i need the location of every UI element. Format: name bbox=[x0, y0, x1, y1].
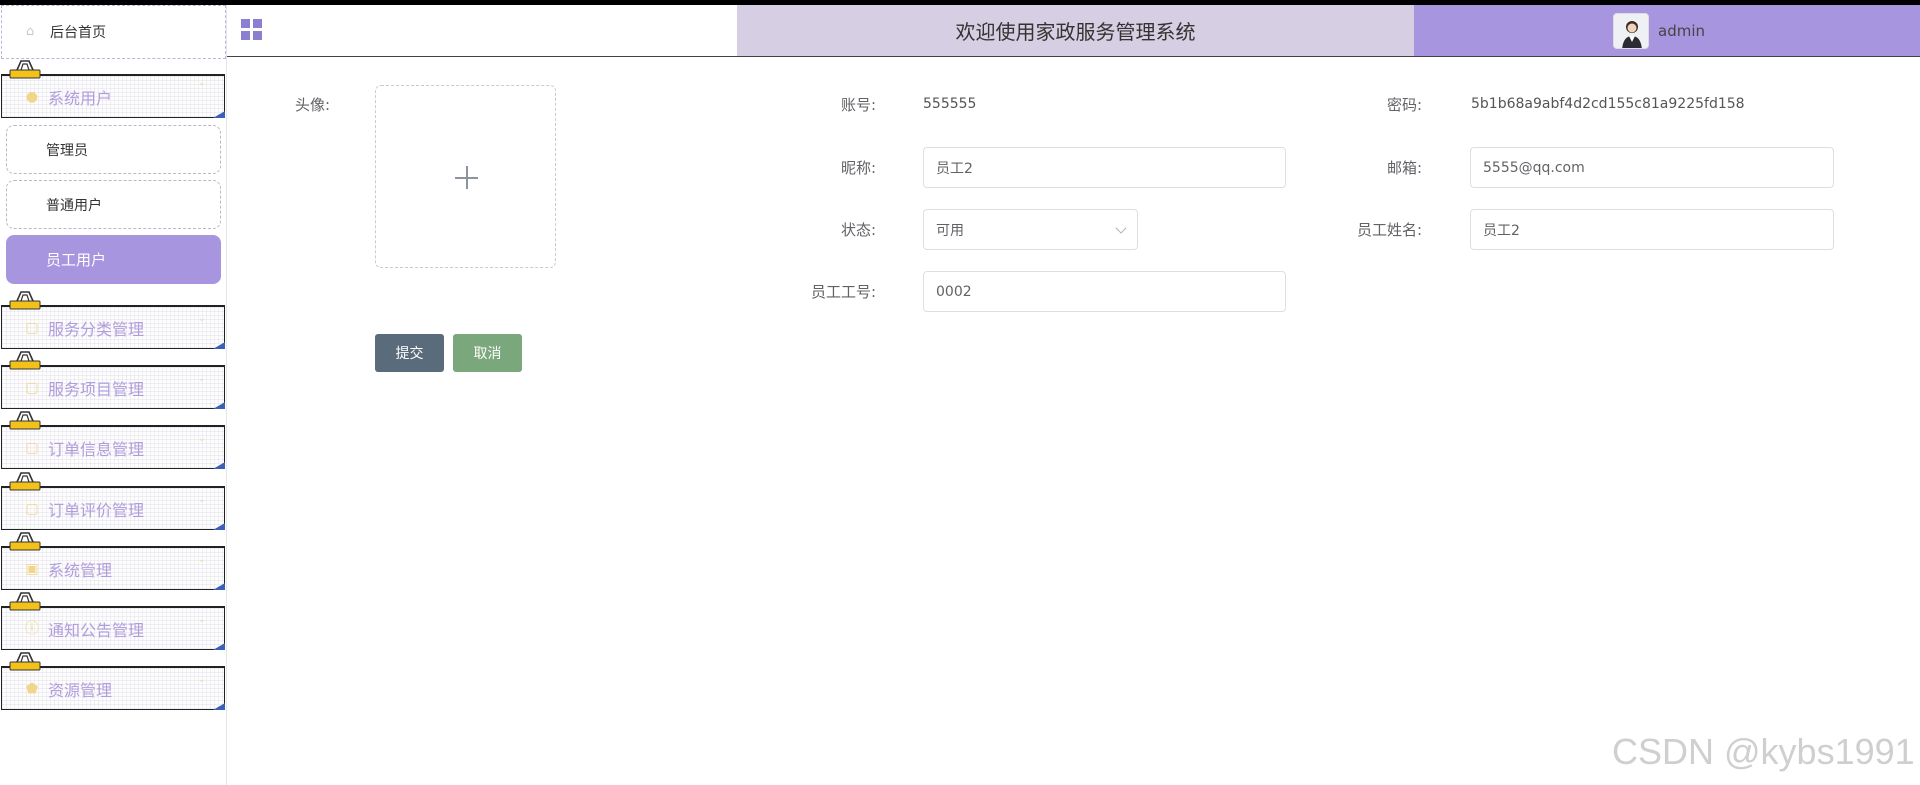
account-label: 账号: bbox=[840, 96, 876, 114]
page-curl-decoration bbox=[213, 111, 225, 118]
sidebar-group-order-review[interactable]: ▢ 订单评价管理 ⌄ bbox=[1, 486, 225, 530]
employee-name-value: 员工2 bbox=[1483, 222, 1520, 239]
avatar-label: 头像: bbox=[294, 96, 330, 114]
sidebar-item-label: 员工用户 bbox=[46, 251, 107, 269]
page-curl-decoration bbox=[213, 402, 225, 409]
binder-clip-icon bbox=[9, 60, 41, 79]
sidebar-item-label: 管理员 bbox=[46, 142, 88, 159]
sidebar-item-employee-users[interactable]: 员工用户 bbox=[6, 235, 221, 284]
employee-name-label: 员工姓名: bbox=[1356, 221, 1422, 239]
document-icon: ▢ bbox=[25, 319, 39, 336]
status-value: 可用 bbox=[936, 222, 964, 239]
sidebar-group-label: 订单信息管理 bbox=[48, 439, 145, 459]
sidebar-group-resources[interactable]: ⬟ 资源管理 ⌄ bbox=[1, 666, 225, 710]
picture-icon: ▣ bbox=[25, 560, 39, 577]
sidebar-group-label: 系统用户 bbox=[48, 88, 113, 108]
binder-clip-icon bbox=[9, 351, 41, 370]
sidebar-item-regular-users[interactable]: 普通用户 bbox=[6, 180, 221, 229]
home-icon: ⌂ bbox=[26, 24, 35, 39]
chevron-down-icon: ⌄ bbox=[197, 313, 206, 324]
sidebar-group-system-users[interactable]: ● 系统用户 ⌃ bbox=[1, 74, 225, 118]
info-icon: ⓘ bbox=[25, 620, 39, 637]
chevron-down-icon bbox=[1115, 222, 1127, 234]
binder-clip-icon bbox=[9, 592, 41, 611]
email-value: 5555@qq.com bbox=[1483, 159, 1585, 176]
sidebar-item-admin[interactable]: 管理员 bbox=[6, 125, 221, 174]
binder-clip-icon bbox=[9, 291, 41, 310]
top-header: 欢迎使用家政服务管理系统 admin bbox=[227, 5, 1920, 57]
employee-no-field[interactable]: 0002 bbox=[923, 271, 1286, 312]
nickname-field[interactable]: 员工2 bbox=[923, 147, 1286, 188]
chevron-up-icon: ⌃ bbox=[197, 82, 206, 93]
sidebar-group-label: 服务分类管理 bbox=[48, 319, 145, 339]
status-select[interactable]: 可用 bbox=[923, 209, 1138, 250]
chevron-down-icon: ⌄ bbox=[197, 614, 206, 625]
binder-clip-icon bbox=[9, 472, 41, 491]
sidebar-group-notice[interactable]: ⓘ 通知公告管理 ⌄ bbox=[1, 606, 225, 650]
sidebar-group-label: 资源管理 bbox=[48, 680, 113, 700]
system-title: 欢迎使用家政服务管理系统 bbox=[737, 5, 1414, 56]
menu-toggle-grid-icon[interactable] bbox=[241, 19, 263, 41]
binder-clip-icon bbox=[9, 411, 41, 430]
password-label: 密码: bbox=[1386, 96, 1422, 114]
username: admin bbox=[1658, 21, 1705, 40]
email-field[interactable]: 5555@qq.com bbox=[1470, 147, 1834, 188]
avatar bbox=[1613, 12, 1649, 49]
employee-no-value: 0002 bbox=[936, 283, 972, 300]
sidebar-group-label: 服务项目管理 bbox=[48, 379, 145, 399]
shield-icon: ⬟ bbox=[25, 680, 39, 697]
sidebar-item-home[interactable]: ⌂ 后台首页 bbox=[1, 5, 226, 59]
sidebar-group-system-management[interactable]: ▣ 系统管理 ⌄ bbox=[1, 546, 225, 590]
account-value: 555555 bbox=[923, 96, 977, 112]
page-title: 欢迎使用家政服务管理系统 bbox=[955, 20, 1196, 44]
document-icon: ▢ bbox=[25, 439, 39, 456]
document-icon: ▢ bbox=[25, 500, 39, 517]
chevron-down-icon: ⌄ bbox=[197, 494, 206, 505]
sidebar-group-label: 订单评价管理 bbox=[48, 500, 145, 520]
page-curl-decoration bbox=[213, 703, 225, 710]
status-label: 状态: bbox=[840, 221, 876, 239]
avatar-uploader[interactable] bbox=[375, 85, 556, 268]
nickname-value: 员工2 bbox=[936, 160, 973, 177]
submit-button[interactable]: 提交 bbox=[375, 334, 444, 372]
nickname-label: 昵称: bbox=[840, 159, 876, 177]
page-curl-decoration bbox=[213, 342, 225, 349]
page-curl-decoration bbox=[213, 462, 225, 469]
page-curl-decoration bbox=[213, 643, 225, 650]
sidebar-item-label: 后台首页 bbox=[50, 25, 106, 41]
chevron-down-icon: ⌄ bbox=[197, 674, 206, 685]
user-icon: ● bbox=[25, 88, 39, 105]
document-icon: ▢ bbox=[25, 379, 39, 396]
sidebar-group-label: 系统管理 bbox=[48, 560, 113, 580]
sidebar-group-service-items[interactable]: ▢ 服务项目管理 ⌄ bbox=[1, 365, 225, 409]
chevron-down-icon: ⌄ bbox=[197, 433, 206, 444]
chevron-down-icon: ⌄ bbox=[197, 373, 206, 384]
binder-clip-icon bbox=[9, 532, 41, 551]
user-menu[interactable]: admin bbox=[1414, 5, 1920, 56]
page-curl-decoration bbox=[213, 523, 225, 530]
sidebar-group-service-category[interactable]: ▢ 服务分类管理 ⌄ bbox=[1, 305, 225, 349]
sidebar-group-order-info[interactable]: ▢ 订单信息管理 ⌄ bbox=[1, 425, 225, 469]
chevron-down-icon: ⌄ bbox=[197, 554, 206, 565]
email-label: 邮箱: bbox=[1386, 159, 1422, 177]
cancel-button[interactable]: 取消 bbox=[453, 334, 522, 372]
sidebar: ⌂ 后台首页 ● 系统用户 ⌃ 管理员 普通用户 员工用户 ▢ 服务分类管理 ⌄ bbox=[0, 5, 227, 785]
password-value: 5b1b68a9abf4d2cd155c81a9225fd158 bbox=[1471, 96, 1745, 112]
employee-no-label: 员工工号: bbox=[810, 283, 876, 301]
employee-name-field[interactable]: 员工2 bbox=[1470, 209, 1834, 250]
watermark: CSDN @kybs1991 bbox=[1612, 731, 1915, 772]
page-curl-decoration bbox=[213, 583, 225, 590]
binder-clip-icon bbox=[9, 652, 41, 671]
sidebar-group-label: 通知公告管理 bbox=[48, 620, 145, 640]
sidebar-item-label: 普通用户 bbox=[46, 197, 102, 214]
